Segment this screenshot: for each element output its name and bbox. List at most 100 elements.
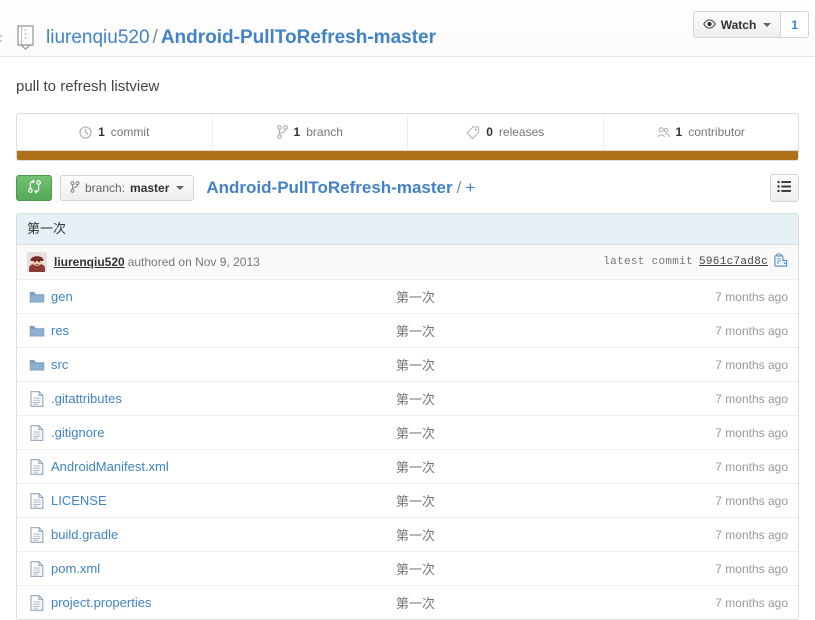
language-segment-java[interactable] <box>17 151 798 160</box>
git-compare-icon <box>27 179 42 197</box>
stat-contributors[interactable]: 1 contributor <box>602 114 799 150</box>
latest-commit-label: latest commit <box>603 256 693 268</box>
history-icon <box>79 125 92 139</box>
file-link[interactable]: pom.xml <box>51 561 100 576</box>
file-text-icon <box>17 458 51 475</box>
repository-stats-bar: 1 commit 1 branch 0 releases 1 contribut… <box>16 113 799 151</box>
file-link[interactable]: LICENSE <box>51 493 107 508</box>
breadcrumb: Android-PullToRefresh-master / + <box>206 178 475 198</box>
file-link[interactable]: .gitignore <box>51 425 104 440</box>
file-text-icon <box>17 560 51 577</box>
stat-releases[interactable]: 0 releases <box>407 114 603 150</box>
table-row: src 第一次 7 months ago <box>17 347 798 381</box>
latest-commit-message: 第一次 <box>17 214 798 245</box>
avatar[interactable] <box>27 252 47 272</box>
repo-name-link[interactable]: Android-PullToRefresh-master <box>161 27 436 48</box>
file-text-icon <box>17 492 51 509</box>
page-title: liurenqiu520/Android-PullToRefresh-maste… <box>46 23 436 53</box>
file-text-icon <box>17 526 51 543</box>
commit-sha-link[interactable]: 5961c7ad8c <box>699 256 768 268</box>
repo-owner-link[interactable]: liurenqiu520 <box>46 27 150 48</box>
file-age: 7 months ago <box>715 561 788 576</box>
stat-commits-count: 1 <box>98 125 105 139</box>
branch-select-menu[interactable]: branch: master <box>60 175 195 201</box>
file-name-cell: AndroidManifest.xml <box>51 459 396 474</box>
eye-icon <box>703 18 716 32</box>
file-link[interactable]: .gitattributes <box>51 391 122 406</box>
commit-author-link[interactable]: liurenqiu520 <box>54 255 125 269</box>
table-row: res 第一次 7 months ago <box>17 313 798 347</box>
file-link[interactable]: AndroidManifest.xml <box>51 459 169 474</box>
watch-button[interactable]: Watch <box>692 11 782 38</box>
chevron-down-icon <box>763 22 772 27</box>
file-age: 7 months ago <box>715 391 788 406</box>
file-name-cell: project.properties <box>51 595 396 610</box>
file-age: 7 months ago <box>715 595 788 610</box>
file-age: 7 months ago <box>715 357 788 372</box>
stat-contributors-label: contributor <box>688 125 745 139</box>
file-link[interactable]: project.properties <box>51 595 151 610</box>
file-commit-message: 第一次 <box>396 324 436 339</box>
file-commit-message: 第一次 <box>396 562 436 577</box>
stat-releases-count: 0 <box>486 125 493 139</box>
file-text-icon <box>17 390 51 407</box>
file-link[interactable]: gen <box>51 289 73 304</box>
clippy-icon[interactable] <box>774 253 788 271</box>
watch-button-group: Watch 1 <box>692 11 809 38</box>
cut-off-text: c <box>0 21 10 55</box>
table-row: LICENSE 第一次 7 months ago <box>17 483 798 517</box>
latest-commit-sha-group: latest commit 5961c7ad8c <box>603 245 788 279</box>
file-commit-message: 第一次 <box>396 358 436 373</box>
breadcrumb-add-file-button[interactable]: + <box>465 178 475 197</box>
table-row: AndroidManifest.xml 第一次 7 months ago <box>17 449 798 483</box>
file-link[interactable]: build.gradle <box>51 527 118 542</box>
file-name-cell: pom.xml <box>51 561 396 576</box>
file-name-cell: .gitignore <box>51 425 396 440</box>
file-commit-message: 第一次 <box>396 290 436 305</box>
directory-icon <box>17 290 51 304</box>
stat-releases-label: releases <box>498 125 545 139</box>
file-name-cell: res <box>51 323 396 338</box>
file-commit-message: 第一次 <box>396 392 436 407</box>
stat-commits[interactable]: 1 commit <box>17 114 212 150</box>
repo-title-separator: / <box>152 26 158 48</box>
table-row: .gitignore 第一次 7 months ago <box>17 415 798 449</box>
repo-book-icon <box>14 25 38 51</box>
watch-count[interactable]: 1 <box>781 11 809 38</box>
table-row: build.gradle 第一次 7 months ago <box>17 517 798 551</box>
file-link[interactable]: res <box>51 323 69 338</box>
file-age: 7 months ago <box>715 527 788 542</box>
branch-prefix-label: branch: <box>85 181 126 195</box>
stat-branches[interactable]: 1 branch <box>211 114 408 150</box>
file-commit-message: 第一次 <box>396 460 436 475</box>
file-name-cell: build.gradle <box>51 527 396 542</box>
commit-history-button[interactable] <box>770 174 799 202</box>
file-commit-message: 第一次 <box>396 426 436 441</box>
file-name-cell: .gitattributes <box>51 391 396 406</box>
git-branch-icon <box>276 125 288 139</box>
compare-branches-button[interactable] <box>16 175 52 201</box>
repository-title-group: c liurenqiu520/Android-PullToRefresh-mas… <box>0 10 436 65</box>
file-navigation: branch: master Android-PullToRefresh-mas… <box>16 161 799 213</box>
git-branch-icon <box>70 180 80 196</box>
stat-branches-count: 1 <box>293 125 301 139</box>
table-row: .gitattributes 第一次 7 months ago <box>17 381 798 415</box>
stat-branches-label: branch <box>306 125 343 139</box>
file-age: 7 months ago <box>715 493 788 508</box>
stat-commits-label: commit <box>110 125 150 139</box>
file-age: 7 months ago <box>715 425 788 440</box>
file-age: 7 months ago <box>715 289 788 304</box>
stat-contributors-count: 1 <box>675 125 683 139</box>
file-name-cell: LICENSE <box>51 493 396 508</box>
breadcrumb-separator: / <box>456 178 462 197</box>
file-list: gen 第一次 7 months ago res 第一次 7 months ago src 第… <box>17 280 798 619</box>
language-bar <box>16 151 799 161</box>
watch-label: Watch <box>720 17 757 32</box>
file-commit-message: 第一次 <box>396 596 436 611</box>
table-row: pom.xml 第一次 7 months ago <box>17 551 798 585</box>
directory-icon <box>17 324 51 338</box>
breadcrumb-repo-link[interactable]: Android-PullToRefresh-master <box>206 178 452 197</box>
file-link[interactable]: src <box>51 357 68 372</box>
main-container: pull to refresh listview 1 commit 1 bran… <box>0 57 815 620</box>
tag-icon <box>466 125 480 139</box>
